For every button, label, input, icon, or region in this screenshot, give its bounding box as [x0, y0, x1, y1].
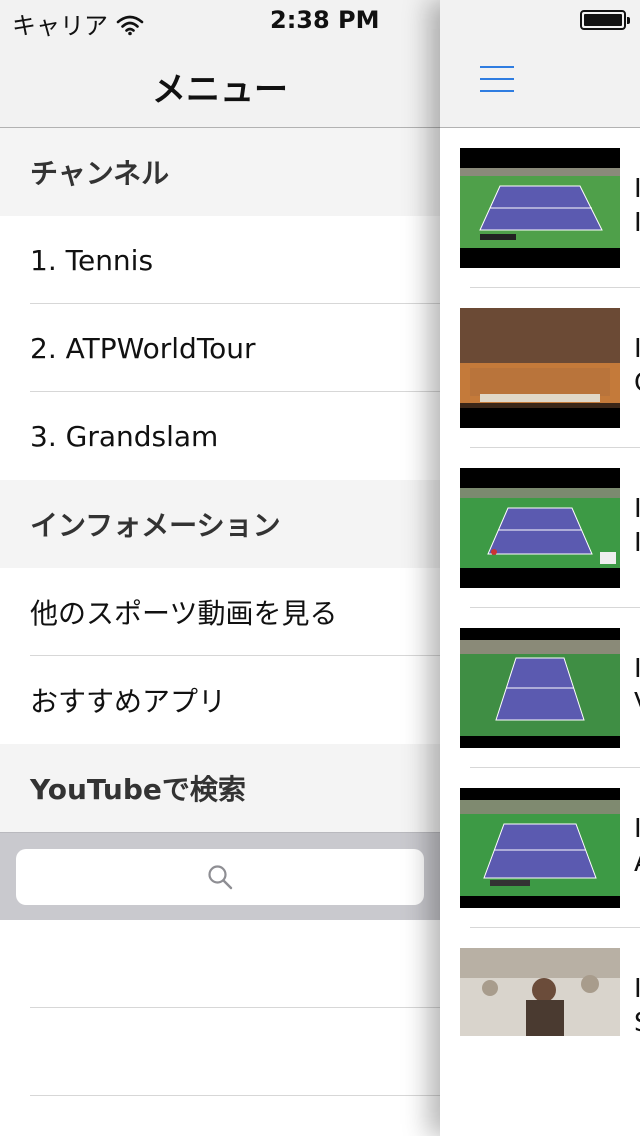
video-thumbnail-player-closeup — [460, 948, 620, 1036]
status-carrier-group: キャリア — [12, 6, 144, 41]
menu-toggle-icon[interactable] — [480, 66, 514, 94]
menu-item-label: おすすめアプリ — [30, 685, 227, 718]
menu-item-label: 1. Tennis — [30, 243, 154, 277]
search-bar — [0, 832, 440, 920]
menu-item-label: 他のスポーツ動画を見る — [30, 597, 338, 630]
menu-item-other-sports[interactable]: 他のスポーツ動画を見る — [0, 568, 440, 656]
video-title-glimpse: I S — [634, 974, 640, 1038]
video-row[interactable]: I V — [440, 608, 640, 768]
video-list-panel[interactable]: I I I C — [440, 0, 640, 1136]
video-thumbnail-tennis-court-wide — [460, 788, 620, 908]
search-input[interactable] — [16, 849, 424, 905]
video-row[interactable]: I I — [440, 448, 640, 608]
video-title-glimpse: I I — [634, 174, 640, 238]
video-title-glimpse: I C — [634, 334, 640, 398]
video-row[interactable]: I I — [440, 128, 640, 288]
carrier-label: キャリア — [12, 12, 108, 40]
battery-icon — [580, 10, 630, 30]
menu-item-grandslam[interactable]: 3. Grandslam — [0, 392, 440, 480]
menu-item-label: 2. ATPWorldTour — [30, 331, 256, 365]
video-row[interactable]: I C — [440, 288, 640, 448]
menu-item-tennis[interactable]: 1. Tennis — [0, 216, 440, 304]
section-header-channel: チャンネル — [0, 128, 440, 216]
empty-row — [0, 920, 440, 1008]
section-header-information: インフォメーション — [0, 480, 440, 568]
video-row[interactable]: I A — [440, 768, 640, 928]
video-row[interactable]: I S — [440, 928, 640, 1088]
divider — [30, 1095, 440, 1096]
video-title-glimpse: I I — [634, 494, 640, 558]
wifi-icon — [116, 15, 144, 35]
video-thumbnail-crowded-arena — [460, 308, 620, 428]
side-menu: メニュー チャンネル 1. Tennis 2. ATPWorldTour 3. … — [0, 0, 440, 1136]
menu-item-label: 3. Grandslam — [30, 419, 219, 453]
menu-item-recommended-apps[interactable]: おすすめアプリ — [0, 656, 440, 744]
menu-item-atpworldtour[interactable]: 2. ATPWorldTour — [0, 304, 440, 392]
video-title-glimpse: I V — [634, 654, 640, 718]
status-time: 2:38 PM — [270, 6, 380, 34]
video-thumbnail-tennis-court-green — [460, 468, 620, 588]
video-title-glimpse: I A — [634, 814, 640, 878]
section-header-youtube-search: YouTubeで検索 — [0, 744, 440, 832]
search-icon — [208, 865, 233, 890]
video-thumbnail-tennis-court-stadium — [460, 628, 620, 748]
empty-row — [0, 1008, 440, 1096]
video-thumbnail-tennis-court-aerial — [460, 148, 620, 268]
status-bar: キャリア 2:38 PM — [0, 0, 640, 40]
menu-title: メニュー — [152, 70, 288, 110]
